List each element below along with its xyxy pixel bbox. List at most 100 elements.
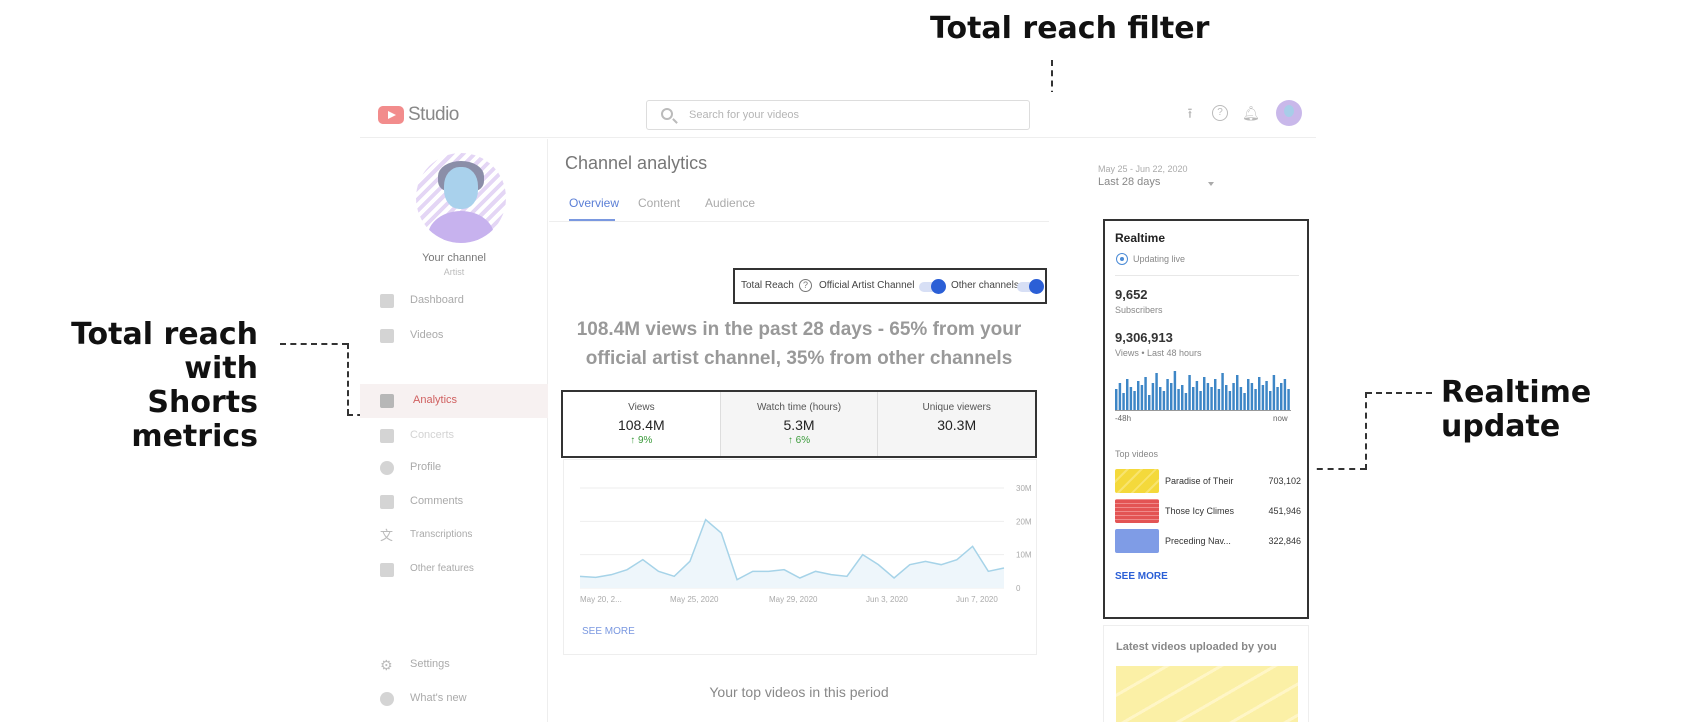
sidebar-item-label: Videos: [410, 329, 444, 341]
sidebar-item-label: Settings: [410, 658, 450, 670]
metric-label: Watch time (hours): [756, 402, 842, 413]
x-tick-label: Jun 7, 2020: [956, 595, 998, 604]
upload-icon[interactable]: ⭱: [1182, 105, 1198, 121]
realtime-bar: [1221, 373, 1224, 411]
studio-logo[interactable]: Studio: [378, 104, 459, 126]
bell-icon[interactable]: 🔔︎: [1242, 105, 1260, 121]
realtime-bar: [1115, 389, 1118, 411]
gear-icon: ⚙: [380, 657, 393, 673]
sidebar-item-transcriptions[interactable]: 文 Transcriptions: [360, 519, 548, 553]
views-label: Views • Last 48 hours: [1115, 348, 1202, 358]
sidebar-item-dashboard[interactable]: Dashboard: [360, 284, 548, 318]
views-headline: 108.4M views in the past 28 days - 65% f…: [576, 319, 1022, 369]
metric-delta: ↑ 9%: [563, 435, 720, 446]
x-tick-label: May 25, 2020: [670, 595, 719, 604]
metric-unique-viewers[interactable]: Unique viewers 30.3M: [878, 392, 1036, 456]
page-title: Channel analytics: [565, 153, 708, 173]
realtime-bar: [1280, 383, 1283, 411]
top-videos-title: Your top videos in this period: [709, 684, 889, 700]
realtime-bar: [1203, 377, 1206, 411]
realtime-bar: [1181, 385, 1184, 411]
realtime-bar: [1148, 395, 1151, 411]
channel-avatar[interactable]: [416, 153, 506, 243]
tab-audience[interactable]: Audience: [705, 196, 755, 210]
sidebar-item-videos[interactable]: Videos: [360, 319, 548, 353]
realtime-bar: [1122, 393, 1125, 411]
account-avatar[interactable]: [1276, 100, 1302, 126]
realtime-title: Realtime: [1115, 231, 1166, 245]
sidebar-item-label: Comments: [410, 495, 464, 507]
y-tick-label: 20M: [1016, 517, 1032, 526]
see-more-link[interactable]: SEE MORE: [582, 626, 635, 637]
sidebar-item-label: Concerts: [410, 429, 455, 441]
arrow-up-icon: ↑: [630, 435, 636, 446]
date-range: May 25 - Jun 22, 2020: [1098, 164, 1188, 174]
help-icon[interactable]: ?: [1212, 105, 1228, 121]
tab-content[interactable]: Content: [638, 196, 680, 210]
sidebar-item-other-features[interactable]: Other features: [360, 553, 548, 587]
subscriber-label: Subscribers: [1115, 305, 1163, 315]
sidebar-item-settings[interactable]: ⚙ Settings: [360, 648, 548, 682]
video-views: 322,846: [1268, 536, 1301, 546]
latest-video-thumbnail[interactable]: [1116, 666, 1298, 722]
realtime-bar: [1261, 385, 1265, 411]
tab-overview[interactable]: Overview: [569, 196, 619, 210]
realtime-bar: [1166, 379, 1169, 411]
toggle-knob: [931, 279, 946, 294]
official-channel-label: Official Artist Channel: [819, 280, 915, 291]
realtime-bar: [1214, 379, 1217, 411]
chevron-down-icon[interactable]: [1208, 182, 1214, 186]
y-tick-label: 0: [1016, 584, 1021, 593]
axis-start-label: -48h: [1115, 414, 1132, 423]
divider: [1115, 275, 1299, 276]
top-video-item[interactable]: Those Icy Climes 451,946: [1115, 499, 1301, 523]
metric-value: 108.4M: [617, 417, 665, 433]
realtime-bar: [1144, 377, 1147, 411]
leader-line: [1366, 392, 1432, 394]
realtime-see-more-link[interactable]: SEE MORE: [1115, 571, 1168, 582]
search-placeholder: Search for your videos: [689, 109, 800, 121]
realtime-bar: [1192, 387, 1195, 411]
official-channel-toggle[interactable]: [919, 279, 946, 294]
sidebar-item-comments[interactable]: Comments: [360, 485, 548, 519]
realtime-bar: [1239, 387, 1243, 411]
sidebar-item-whats-new[interactable]: What's new: [360, 682, 548, 716]
realtime-bar: [1265, 381, 1268, 411]
realtime-bar: [1243, 393, 1246, 411]
metric-delta-value: 6%: [795, 435, 811, 446]
realtime-bar: [1250, 383, 1254, 411]
realtime-bar: [1151, 383, 1155, 411]
sidebar-item-profile[interactable]: Profile: [360, 451, 548, 485]
realtime-bar: [1170, 383, 1173, 411]
x-tick-label: May 29, 2020: [769, 595, 818, 604]
top-video-item[interactable]: Preceding Nav... 322,846: [1115, 529, 1301, 553]
realtime-bar: [1159, 387, 1162, 411]
sidebar-item-label: Transcriptions: [410, 529, 473, 540]
realtime-bar-chart: [1115, 371, 1291, 411]
views-count: 9,306,913: [1115, 330, 1173, 345]
realtime-bar: [1225, 385, 1228, 411]
realtime-bar: [1184, 393, 1188, 411]
metric-value: 30.3M: [937, 417, 977, 433]
metric-views[interactable]: Views 108.4M ↑ 9%: [563, 392, 721, 456]
help-icon[interactable]: ?: [799, 279, 812, 292]
sidebar-item-concerts[interactable]: Concerts: [360, 419, 548, 453]
top-video-item[interactable]: Paradise of Their 703,102: [1115, 469, 1301, 493]
analytics-icon: [380, 394, 394, 408]
metric-label: Views: [628, 402, 655, 413]
other-channels-toggle[interactable]: [1017, 279, 1044, 294]
callout-total-reach-shorts: Total reach with Shorts metrics: [14, 318, 258, 454]
channel-role: Artist: [443, 267, 465, 277]
sidebar-item-analytics[interactable]: Analytics: [360, 384, 548, 418]
search-input[interactable]: Search for your videos: [646, 100, 1030, 130]
sidebar: Your channel Artist Dashboard Videos Ana…: [360, 139, 548, 722]
realtime-bar: [1206, 383, 1210, 411]
realtime-bar: [1199, 391, 1202, 411]
sidebar-item-label: Analytics: [413, 394, 458, 406]
callout-line-1: Total reach with: [71, 317, 258, 386]
realtime-bar: [1129, 387, 1133, 411]
metric-watch-time[interactable]: Watch time (hours) 5.3M ↑ 6%: [720, 392, 879, 456]
date-range-select[interactable]: Last 28 days: [1098, 176, 1160, 188]
video-thumbnail: [1115, 529, 1159, 553]
realtime-bar: [1258, 377, 1261, 411]
